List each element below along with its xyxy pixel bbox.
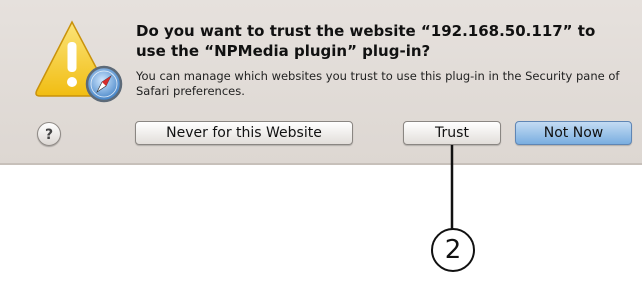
not-now-button[interactable]: Not Now — [515, 121, 632, 145]
trust-button[interactable]: Trust — [403, 121, 501, 145]
dialog-body: You can manage which websites you trust … — [136, 69, 620, 98]
help-button[interactable]: ? — [37, 122, 61, 146]
plugin-trust-dialog: Do you want to trust the website “192.16… — [0, 0, 642, 165]
never-for-this-website-button[interactable]: Never for this Website — [135, 121, 353, 145]
dialog-title: Do you want to trust the website “192.16… — [136, 22, 596, 60]
screenshot-stage: Do you want to trust the website “192.16… — [0, 0, 644, 290]
callout-number: 2 — [444, 235, 462, 265]
dialog-message: Do you want to trust the website “192.16… — [136, 21, 626, 99]
warning-safari-icon — [35, 20, 123, 103]
